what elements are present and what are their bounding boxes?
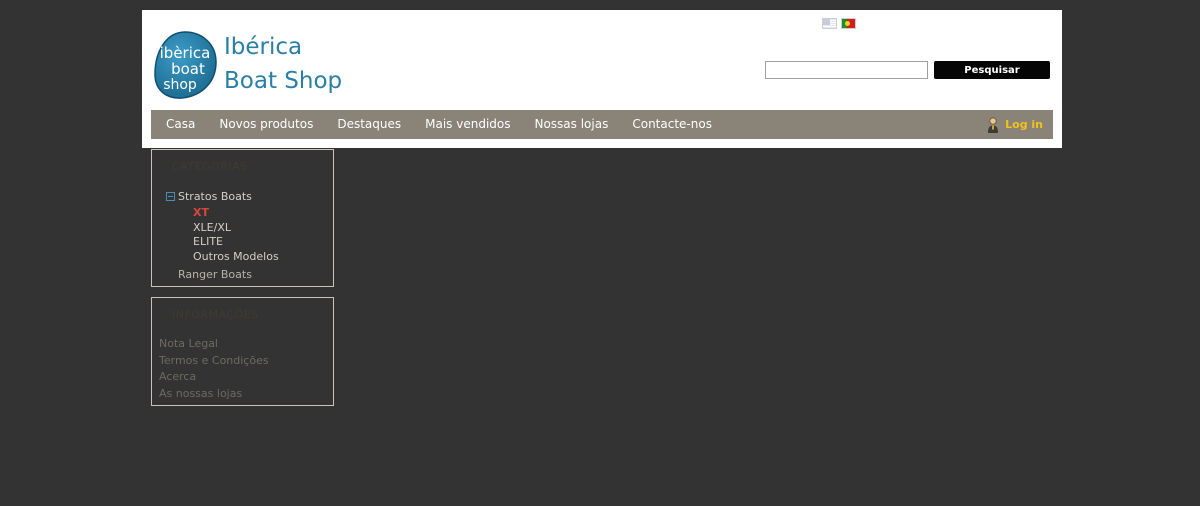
categories-title: CATEGORIAS [172,160,248,173]
category-outros-modelos[interactable]: Outros Modelos [193,250,279,263]
info-link-termos-condicoes[interactable]: Termos e Condições [159,353,269,370]
flag-en-icon[interactable] [822,18,837,29]
information-title: INFORMAÇÕES [172,308,259,321]
logo-badge-icon: ibèrica boat shop [154,31,217,99]
logo-line-2: Boat Shop [224,68,343,94]
login-link[interactable]: Log in [987,110,1043,139]
category-xle-xl[interactable]: XLE/XL [193,221,231,234]
main-nav: Casa Novos produtos Destaques Mais vendi… [151,110,1053,139]
nav-item-novos-produtos[interactable]: Novos produtos [207,110,325,139]
site-logo[interactable]: ibèrica boat shop Ibérica Boat Shop [152,30,352,100]
nav-item-contacte-nos[interactable]: Contacte-nos [620,110,724,139]
flag-pt-icon[interactable] [841,18,856,29]
search-button[interactable]: Pesquisar [934,61,1050,79]
category-stratos-boats[interactable]: Stratos Boats [166,190,252,203]
category-xt[interactable]: XT [193,206,209,219]
logo-badge-line-2: boat [171,60,205,78]
category-label: Stratos Boats [178,190,252,203]
information-links: Nota Legal Termos e Condições Acerca As … [159,336,269,402]
info-link-nossas-lojas[interactable]: As nossas lojas [159,386,269,403]
collapse-toggle-icon[interactable] [166,192,175,201]
nav-item-casa[interactable]: Casa [151,110,207,139]
info-link-nota-legal[interactable]: Nota Legal [159,336,269,353]
nav-item-nossas-lojas[interactable]: Nossas lojas [522,110,620,139]
information-block: INFORMAÇÕES Nota Legal Termos e Condiçõe… [151,297,334,406]
site-header: ibèrica boat shop Ibérica Boat Shop Pesq… [142,10,1062,148]
logo-line-1: Ibérica [224,34,303,60]
logo-wordmark: Ibérica Boat Shop [224,30,342,98]
category-elite[interactable]: ELITE [193,235,223,248]
info-link-acerca[interactable]: Acerca [159,369,269,386]
user-icon [988,116,999,133]
categories-block: CATEGORIAS Stratos Boats XT XLE/XL ELITE… [151,149,334,287]
nav-items: Casa Novos produtos Destaques Mais vendi… [151,110,724,139]
search-input[interactable] [765,61,928,79]
login-label: Log in [1005,118,1043,131]
logo-badge-line-3: shop [163,77,197,93]
nav-item-mais-vendidos[interactable]: Mais vendidos [413,110,522,139]
category-ranger-boats[interactable]: Ranger Boats [178,268,252,281]
language-selector [822,18,856,30]
nav-item-destaques[interactable]: Destaques [325,110,413,139]
